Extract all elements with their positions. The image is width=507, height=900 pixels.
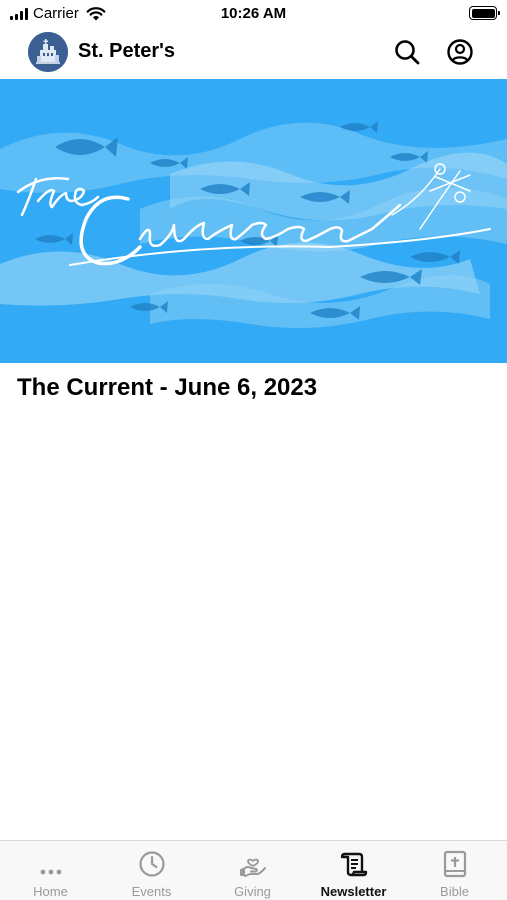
tab-label: Home bbox=[33, 884, 68, 899]
newsletter-banner-image[interactable] bbox=[0, 79, 507, 363]
tab-newsletter[interactable]: Newsletter bbox=[303, 841, 404, 900]
search-button[interactable] bbox=[392, 37, 422, 67]
tab-giving[interactable]: Giving bbox=[202, 841, 303, 900]
account-button[interactable] bbox=[445, 37, 475, 67]
tab-events[interactable]: Events bbox=[101, 841, 202, 900]
app-header: St. Peter's bbox=[0, 30, 507, 78]
status-bar: Carrier 10:26 AM bbox=[0, 0, 507, 30]
clock-icon bbox=[138, 851, 165, 877]
more-dots-icon bbox=[40, 869, 61, 875]
tab-label: Newsletter bbox=[320, 884, 387, 899]
tab-home[interactable]: Home bbox=[0, 841, 101, 900]
account-icon bbox=[447, 39, 473, 65]
battery-icon bbox=[469, 6, 500, 20]
article-title[interactable]: The Current - June 6, 2023 bbox=[17, 374, 317, 402]
tab-bible[interactable]: Bible bbox=[404, 841, 505, 900]
status-time: 10:26 AM bbox=[220, 5, 287, 22]
app-title: St. Peter's bbox=[78, 40, 176, 62]
giving-hand-icon bbox=[239, 858, 266, 877]
search-icon bbox=[395, 40, 420, 65]
tab-label: Giving bbox=[234, 884, 271, 899]
church-logo-icon[interactable] bbox=[28, 32, 68, 72]
tab-label: Bible bbox=[440, 884, 469, 899]
tab-bar: Home Events Giving Newsletter Bible bbox=[0, 840, 507, 900]
tab-label: Events bbox=[131, 884, 172, 899]
bible-icon bbox=[443, 850, 466, 878]
newsletter-icon bbox=[340, 852, 367, 877]
